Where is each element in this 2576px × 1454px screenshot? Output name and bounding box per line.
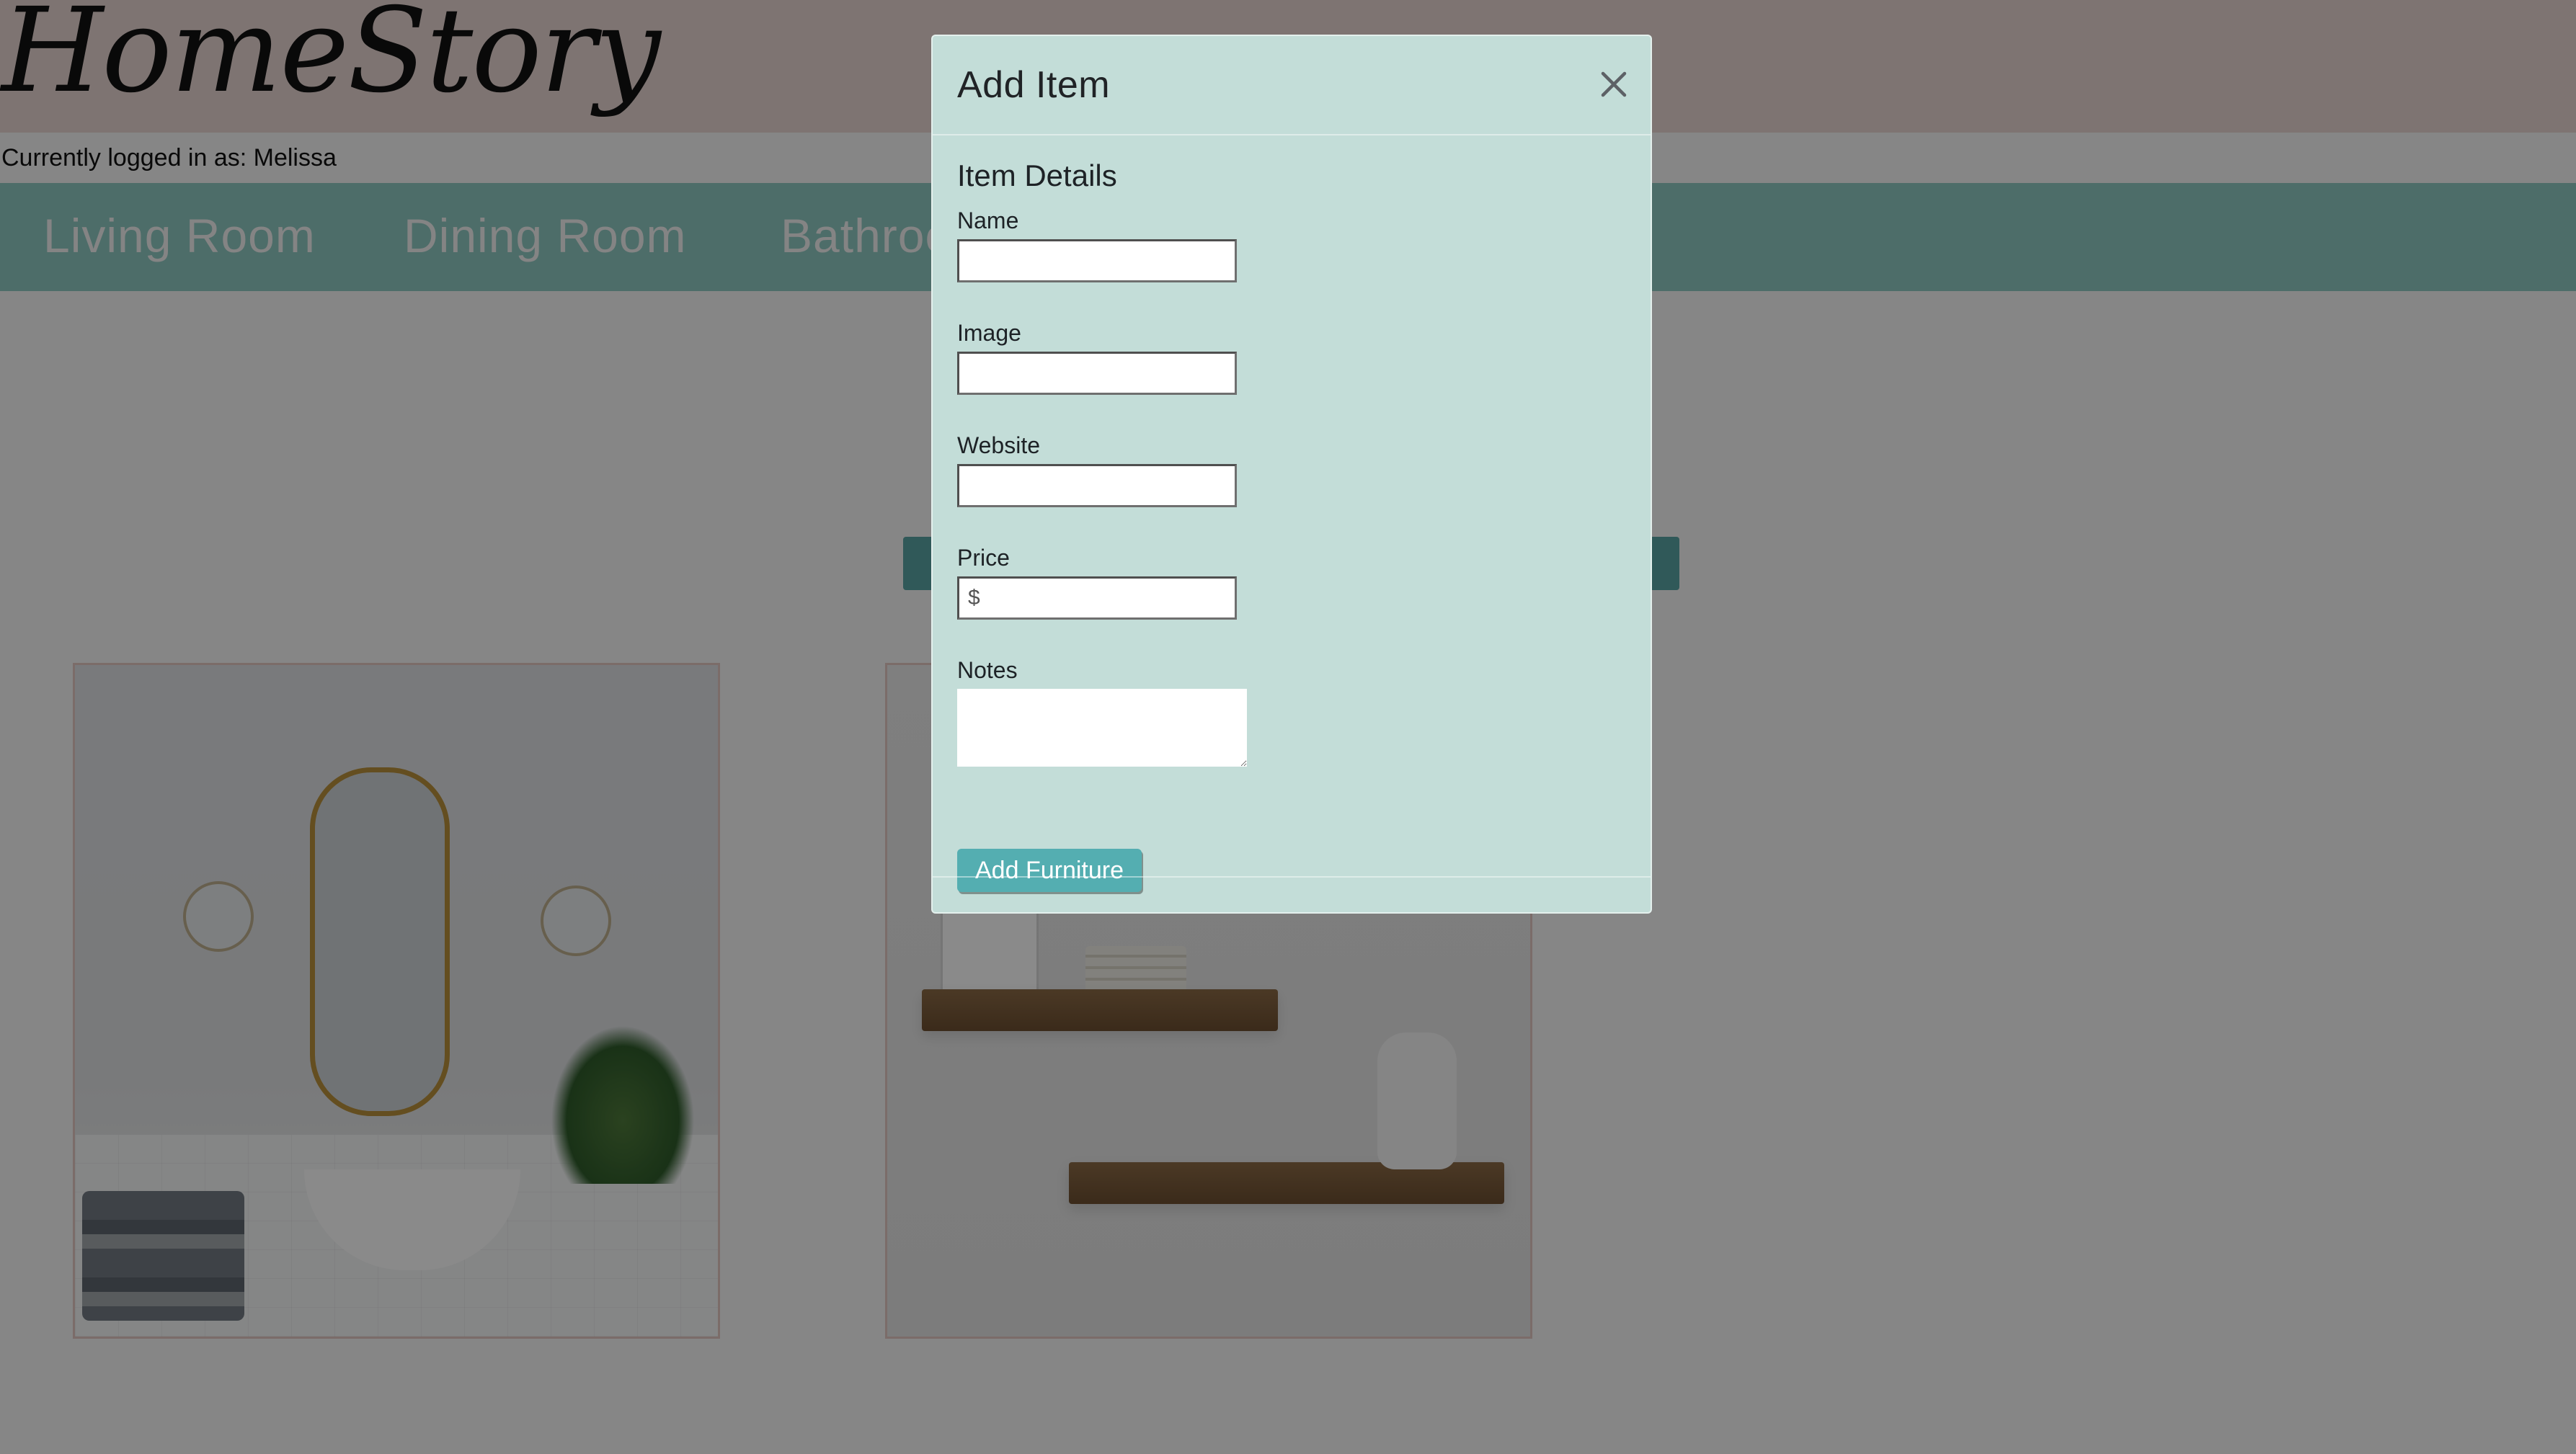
page-root: HomeStory Currently logged in as: Meliss… bbox=[0, 0, 2576, 1454]
close-button[interactable] bbox=[1594, 65, 1633, 104]
add-item-modal: Add Item Item Details Name Image Website… bbox=[931, 35, 1652, 914]
notes-textarea[interactable] bbox=[957, 689, 1247, 767]
item-details-form: Item Details Name Image Website Price No… bbox=[957, 159, 1627, 892]
website-input[interactable] bbox=[957, 464, 1237, 507]
section-title: Item Details bbox=[957, 159, 1117, 192]
name-input[interactable] bbox=[957, 239, 1237, 282]
image-label: Image bbox=[957, 320, 1021, 346]
website-label: Website bbox=[957, 432, 1041, 458]
notes-label: Notes bbox=[957, 657, 1018, 683]
close-icon bbox=[1601, 71, 1627, 97]
modal-header: Add Item bbox=[933, 36, 1651, 135]
image-input[interactable] bbox=[957, 352, 1237, 395]
modal-title: Add Item bbox=[957, 64, 1111, 106]
modal-footer bbox=[933, 876, 1651, 912]
price-input[interactable] bbox=[957, 576, 1237, 620]
price-label: Price bbox=[957, 545, 1010, 571]
name-label: Name bbox=[957, 208, 1019, 233]
